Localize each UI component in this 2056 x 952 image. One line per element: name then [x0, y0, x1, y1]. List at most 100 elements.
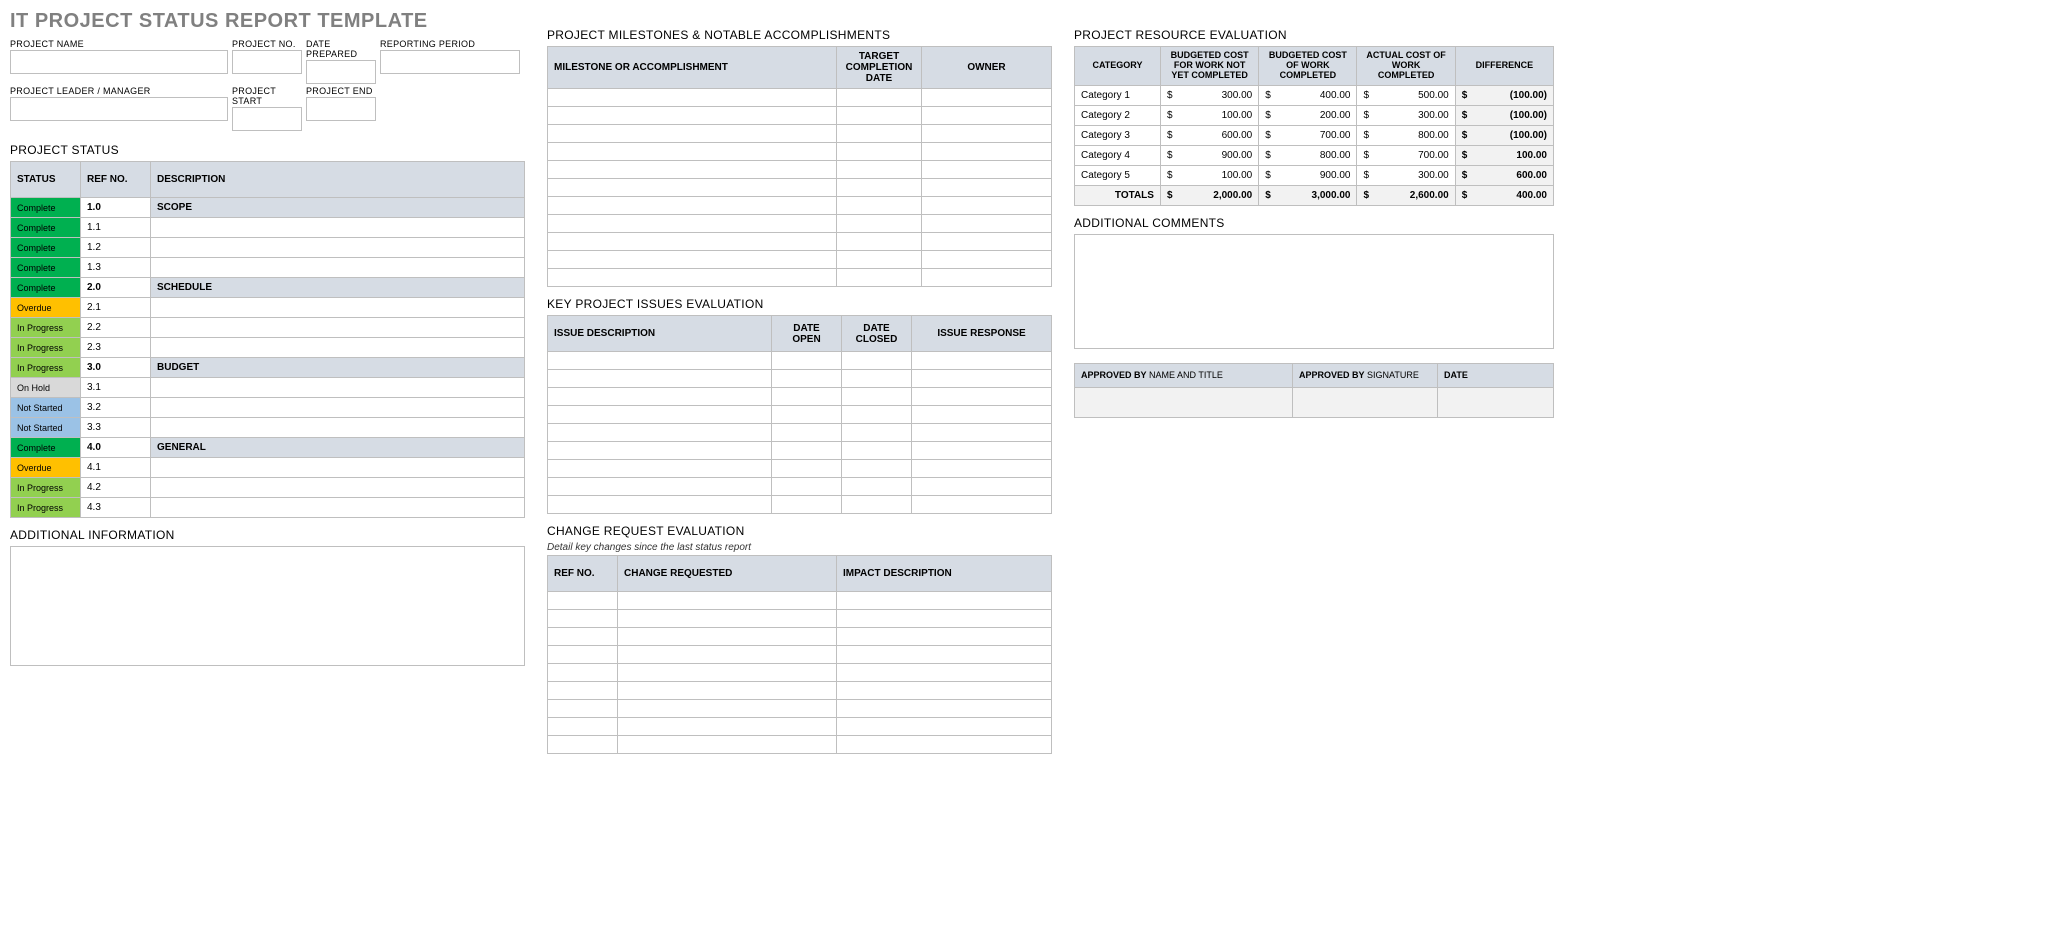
desc-cell[interactable] — [151, 238, 525, 258]
money-cell: $700.00 — [1259, 125, 1357, 145]
project-end-field[interactable] — [306, 97, 376, 121]
status-cell[interactable]: In Progress — [11, 478, 81, 498]
table-row[interactable] — [548, 592, 1052, 610]
status-cell[interactable]: Not Started — [11, 418, 81, 438]
status-cell[interactable]: In Progress — [11, 498, 81, 518]
col-date-open: DATE OPEN — [772, 316, 842, 352]
reporting-period-field[interactable] — [380, 50, 520, 74]
desc-cell[interactable] — [151, 338, 525, 358]
table-row[interactable] — [548, 496, 1052, 514]
table-row: Complete2.0SCHEDULE — [11, 278, 525, 298]
page-title: IT PROJECT STATUS REPORT TEMPLATE — [10, 10, 525, 33]
table-row[interactable] — [548, 89, 1052, 107]
table-row[interactable] — [548, 478, 1052, 496]
ref-cell: 4.2 — [81, 478, 151, 498]
project-status-heading: PROJECT STATUS — [10, 143, 525, 157]
table-row[interactable] — [548, 406, 1052, 424]
desc-cell[interactable] — [151, 218, 525, 238]
ref-cell: 2.1 — [81, 298, 151, 318]
table-row[interactable] — [548, 233, 1052, 251]
date-prepared-field[interactable] — [306, 60, 376, 84]
table-row[interactable] — [548, 352, 1052, 370]
table-row[interactable] — [548, 251, 1052, 269]
table-row[interactable] — [548, 125, 1052, 143]
table-row[interactable] — [548, 442, 1052, 460]
money-cell: $300.00 — [1357, 165, 1455, 185]
table-row: Not Started3.2 — [11, 398, 525, 418]
money-cell: $900.00 — [1160, 145, 1258, 165]
table-row[interactable] — [548, 179, 1052, 197]
table-row[interactable] — [548, 424, 1052, 442]
project-no-field[interactable] — [232, 50, 302, 74]
totals-row: TOTALS$2,000.00$3,000.00$2,600.00$400.00 — [1075, 185, 1554, 205]
table-row[interactable] — [548, 736, 1052, 754]
comments-field[interactable] — [1074, 234, 1554, 349]
desc-cell[interactable] — [151, 398, 525, 418]
table-row[interactable] — [548, 161, 1052, 179]
money-cell: $400.00 — [1259, 85, 1357, 105]
additional-info-field[interactable] — [10, 546, 525, 666]
diff-cell: $100.00 — [1455, 145, 1553, 165]
project-leader-label: PROJECT LEADER / MANAGER — [10, 86, 228, 96]
status-cell[interactable]: Complete — [11, 198, 81, 218]
totals-label: TOTALS — [1075, 185, 1161, 205]
status-cell[interactable]: Complete — [11, 238, 81, 258]
status-cell[interactable]: In Progress — [11, 338, 81, 358]
table-row: Overdue2.1 — [11, 298, 525, 318]
status-cell[interactable]: Overdue — [11, 298, 81, 318]
status-cell[interactable]: Not Started — [11, 398, 81, 418]
table-row: Category 4$900.00$800.00$700.00$100.00 — [1075, 145, 1554, 165]
status-cell[interactable]: Complete — [11, 438, 81, 458]
table-row[interactable] — [548, 646, 1052, 664]
table-row[interactable] — [548, 215, 1052, 233]
table-row[interactable] — [548, 664, 1052, 682]
status-cell[interactable]: Overdue — [11, 458, 81, 478]
table-row[interactable] — [548, 628, 1052, 646]
project-name-field[interactable] — [10, 50, 228, 74]
status-cell[interactable]: In Progress — [11, 358, 81, 378]
table-row: Complete4.0GENERAL — [11, 438, 525, 458]
desc-cell[interactable]: SCHEDULE — [151, 278, 525, 298]
status-cell[interactable]: Complete — [11, 278, 81, 298]
table-row[interactable] — [548, 682, 1052, 700]
table-row[interactable] — [548, 718, 1052, 736]
desc-cell[interactable] — [151, 318, 525, 338]
milestones-table: MILESTONE OR ACCOMPLISHMENT TARGET COMPL… — [547, 46, 1052, 287]
table-row[interactable] — [548, 460, 1052, 478]
status-cell[interactable]: Complete — [11, 258, 81, 278]
table-row[interactable] — [548, 107, 1052, 125]
desc-cell[interactable] — [151, 258, 525, 278]
table-row[interactable] — [548, 370, 1052, 388]
status-cell[interactable]: In Progress — [11, 318, 81, 338]
desc-cell[interactable] — [151, 298, 525, 318]
table-row[interactable] — [548, 143, 1052, 161]
desc-cell[interactable] — [151, 378, 525, 398]
resources-table: CATEGORY BUDGETED COST FOR WORK NOT YET … — [1074, 46, 1554, 206]
ref-cell: 1.1 — [81, 218, 151, 238]
desc-cell[interactable] — [151, 458, 525, 478]
desc-cell[interactable] — [151, 478, 525, 498]
col-status: STATUS — [11, 162, 81, 198]
approval-row[interactable] — [1075, 387, 1554, 417]
desc-cell[interactable]: BUDGET — [151, 358, 525, 378]
table-row[interactable] — [548, 388, 1052, 406]
desc-cell[interactable] — [151, 498, 525, 518]
desc-cell[interactable] — [151, 418, 525, 438]
table-row[interactable] — [548, 269, 1052, 287]
col-issue-desc: ISSUE DESCRIPTION — [548, 316, 772, 352]
project-start-field[interactable] — [232, 107, 302, 131]
ref-cell: 4.1 — [81, 458, 151, 478]
status-cell[interactable]: Complete — [11, 218, 81, 238]
col-change-req: CHANGE REQUESTED — [618, 556, 837, 592]
desc-cell[interactable]: GENERAL — [151, 438, 525, 458]
col-category: CATEGORY — [1075, 47, 1161, 86]
table-row: In Progress2.2 — [11, 318, 525, 338]
desc-cell[interactable]: SCOPE — [151, 198, 525, 218]
project-leader-field[interactable] — [10, 97, 228, 121]
ref-cell: 4.3 — [81, 498, 151, 518]
table-row[interactable] — [548, 197, 1052, 215]
money-cell: $600.00 — [1160, 125, 1258, 145]
status-cell[interactable]: On Hold — [11, 378, 81, 398]
table-row[interactable] — [548, 610, 1052, 628]
table-row[interactable] — [548, 700, 1052, 718]
